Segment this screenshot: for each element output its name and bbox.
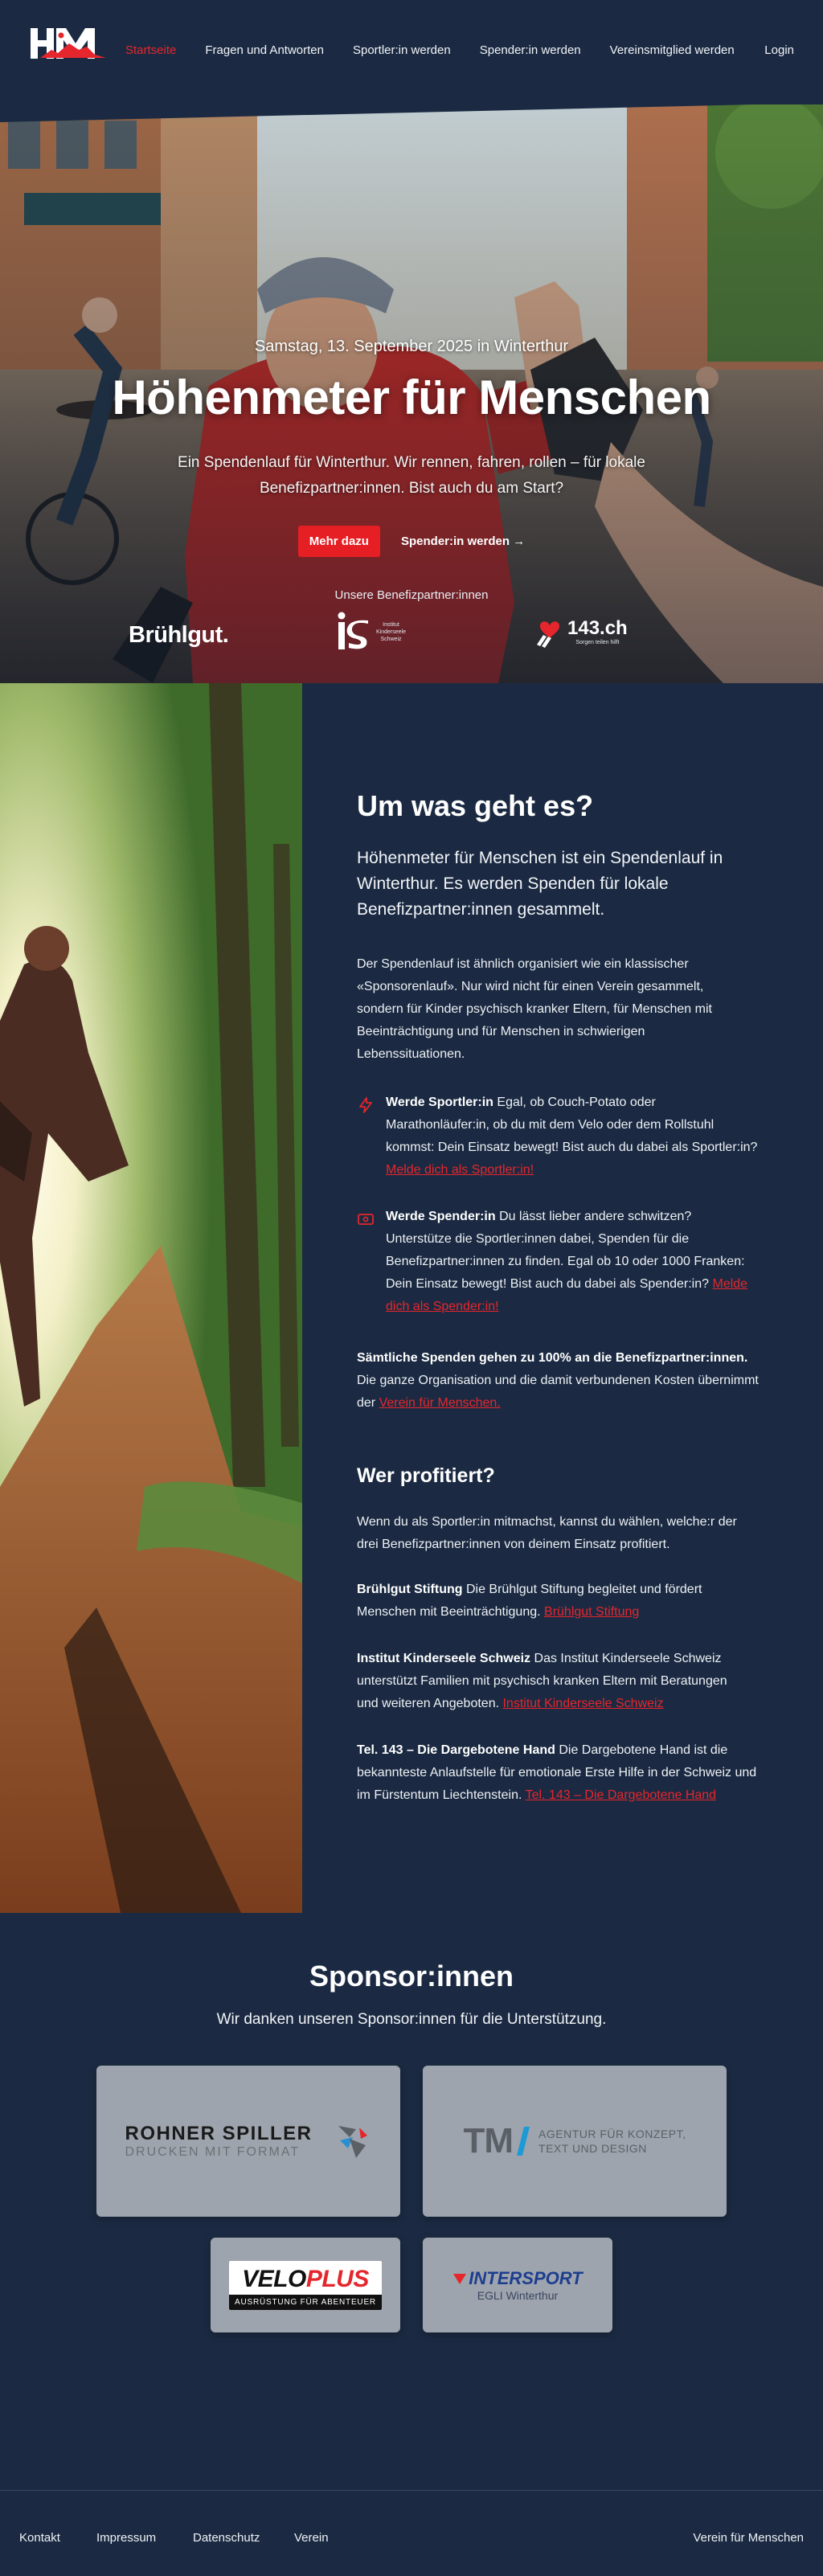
more-info-button[interactable]: Mehr dazu bbox=[297, 526, 380, 557]
is-logo-line-2: Kinderseele bbox=[376, 629, 406, 635]
footer-link-datenschutz[interactable]: Datenschutz bbox=[193, 2531, 260, 2545]
intersport-tagline: EGLI Winterthur bbox=[477, 2289, 559, 2302]
donor-heading: Werde Spender:in bbox=[386, 1210, 496, 1223]
sponsor-card-intersport[interactable]: INTERSPORT EGLI Winterthur bbox=[423, 2238, 612, 2332]
profit-intro: Wenn du als Sportler:in mitmachst, kanns… bbox=[357, 1515, 737, 1551]
sponsor-card-tm[interactable]: TM AGENTUR FÜR KONZEPT, TEXT UND DESIGN bbox=[423, 2066, 727, 2217]
hero-title: Höhenmeter für Menschen bbox=[112, 371, 711, 424]
sponsors-section: Sponsor:innen Wir danken unseren Sponsor… bbox=[0, 1913, 823, 2490]
veloplus-plus: PLUS bbox=[305, 2265, 370, 2292]
hero-section: Samstag, 13. September 2025 in Winterthu… bbox=[0, 104, 823, 683]
nav-link-faq[interactable]: Fragen und Antworten bbox=[205, 43, 324, 57]
site-header: Startseite Fragen und Antworten Sportler… bbox=[0, 0, 823, 104]
become-donor-link[interactable]: Spender:in werden → bbox=[401, 534, 525, 548]
tm-tagline-2: TEXT UND DESIGN bbox=[538, 2142, 647, 2155]
profit-title: Wer profitiert? bbox=[357, 1464, 495, 1487]
about-intro: Der Spendenlauf ist ähnlich organisiert … bbox=[357, 957, 712, 1061]
footer-link-verein[interactable]: Verein bbox=[294, 2531, 329, 2545]
partner-143-link[interactable]: Tel. 143 – Die Dargebotene Hand bbox=[526, 1788, 717, 1802]
intersport-name: INTERSPORT bbox=[469, 2268, 583, 2288]
is-logo-icon bbox=[338, 612, 368, 649]
sponsor-card-veloplus[interactable]: VELOPLUS AUSRÜSTUNG FÜR ABENTEUER bbox=[211, 2238, 400, 2332]
is-logo-line-1: Institut bbox=[383, 621, 399, 628]
intersport-triangle-icon bbox=[453, 2274, 467, 2284]
partner-143: Tel. 143 – Die Dargebotene Hand Die Darg… bbox=[357, 1739, 759, 1807]
footer-link-kontakt[interactable]: Kontakt bbox=[19, 2531, 60, 2545]
banknote-icon bbox=[358, 1214, 374, 1225]
tm-slash-icon bbox=[517, 2127, 530, 2156]
footer-org-name: Verein für Menschen bbox=[693, 2531, 804, 2545]
partner-bruehlgut: Brühlgut Stiftung Die Brühlgut Stiftung … bbox=[357, 1579, 743, 1624]
partner-bruehlgut-name: Brühlgut Stiftung bbox=[357, 1583, 463, 1596]
nav-link-member[interactable]: Vereinsmitglied werden bbox=[610, 43, 735, 57]
hero-actions: Mehr dazu Spender:in werden → bbox=[0, 526, 823, 557]
athlete-signup-link[interactable]: Melde dich als Sportler:in! bbox=[386, 1163, 534, 1177]
sponsors-title: Sponsor:innen bbox=[309, 1960, 514, 1992]
login-link[interactable]: Login bbox=[764, 43, 794, 57]
sponsor-card-rohner-spiller[interactable]: ROHNER SPILLER DRUCKEN MIT FORMAT bbox=[96, 2066, 400, 2217]
feature-athlete: Werde Sportler:in Egal, ob Couch-Potato … bbox=[357, 1091, 759, 1182]
verein-link[interactable]: Verein für Menschen. bbox=[379, 1396, 501, 1410]
partner-kinderseele-name: Institut Kinderseele Schweiz bbox=[357, 1652, 531, 1665]
athlete-heading: Werde Sportler:in bbox=[386, 1096, 493, 1109]
sponsors-subtitle: Wir danken unseren Sponsor:innen für die… bbox=[216, 2011, 607, 2028]
nav-link-athlete[interactable]: Sportler:in werden bbox=[353, 43, 451, 57]
main-nav: Startseite Fragen und Antworten Sportler… bbox=[125, 43, 764, 57]
hero-subtitle: Ein Spendenlauf für Winterthur. Wir renn… bbox=[178, 454, 645, 497]
site-footer: Kontakt Impressum Datenschutz Verein Ver… bbox=[0, 2490, 823, 2576]
partner-logo-kinderseele[interactable]: Institut Kinderseele Schweiz bbox=[336, 611, 406, 653]
partner-bruehlgut-link[interactable]: Brühlgut Stiftung bbox=[544, 1605, 639, 1619]
tm-tagline-1: AGENTUR FÜR KONZEPT, bbox=[538, 2128, 686, 2140]
partners-label: Unsere Benefizpartner:innen bbox=[334, 588, 489, 602]
partner-kinderseele-link[interactable]: Institut Kinderseele Schweiz bbox=[502, 1697, 663, 1710]
donations-note: Sämtliche Spenden gehen zu 100% an die B… bbox=[357, 1347, 759, 1415]
rohner-tagline: DRUCKEN MIT FORMAT bbox=[125, 2145, 301, 2159]
lightning-icon bbox=[359, 1097, 372, 1113]
veloplus-tagline: AUSRÜSTUNG FÜR ABENTEUER bbox=[229, 2294, 382, 2310]
nav-link-donor[interactable]: Spender:in werden bbox=[480, 43, 581, 57]
about-title: Um was geht es? bbox=[357, 789, 594, 822]
logo-143-name: 143.ch bbox=[567, 616, 628, 639]
about-lead: Höhenmeter für Menschen ist ein Spendenl… bbox=[357, 849, 723, 919]
heart-hand-icon bbox=[537, 621, 559, 648]
feature-donor: Werde Spender:in Du lässt lieber andere … bbox=[357, 1206, 759, 1318]
about-section: Um was geht es? Höhenmeter für Menschen … bbox=[0, 683, 823, 1913]
site-logo[interactable] bbox=[29, 26, 108, 61]
rohner-mark-icon bbox=[338, 2126, 367, 2158]
veloplus-velo: VELO bbox=[242, 2265, 306, 2292]
partner-logo-bruehlgut[interactable]: Brühlgut. bbox=[129, 622, 229, 649]
event-date: Samstag, 13. September 2025 in Winterthu… bbox=[254, 338, 569, 355]
nav-link-startseite[interactable]: Startseite bbox=[125, 43, 176, 57]
partner-143-name: Tel. 143 – Die Dargebotene Hand bbox=[357, 1743, 555, 1757]
runner-photo bbox=[0, 683, 302, 1913]
logo-143-tagline: Sorgen teilen hilft bbox=[575, 639, 620, 645]
partner-logo-143[interactable]: 143.ch Sorgen teilen hilft bbox=[534, 616, 628, 648]
donations-note-bold: Sämtliche Spenden gehen zu 100% an die B… bbox=[357, 1351, 748, 1365]
partner-kinderseele: Institut Kinderseele Schweiz Das Institu… bbox=[357, 1648, 743, 1715]
rohner-name: ROHNER SPILLER bbox=[125, 2123, 313, 2144]
footer-link-impressum[interactable]: Impressum bbox=[96, 2531, 156, 2545]
hero-content: Samstag, 13. September 2025 in Winterthu… bbox=[0, 104, 823, 683]
partner-logos: Brühlgut. Institut Kinderseele Schweiz 1… bbox=[0, 611, 823, 667]
tm-name: TM bbox=[463, 2121, 514, 2160]
is-logo-line-3: Schweiz bbox=[380, 636, 402, 642]
